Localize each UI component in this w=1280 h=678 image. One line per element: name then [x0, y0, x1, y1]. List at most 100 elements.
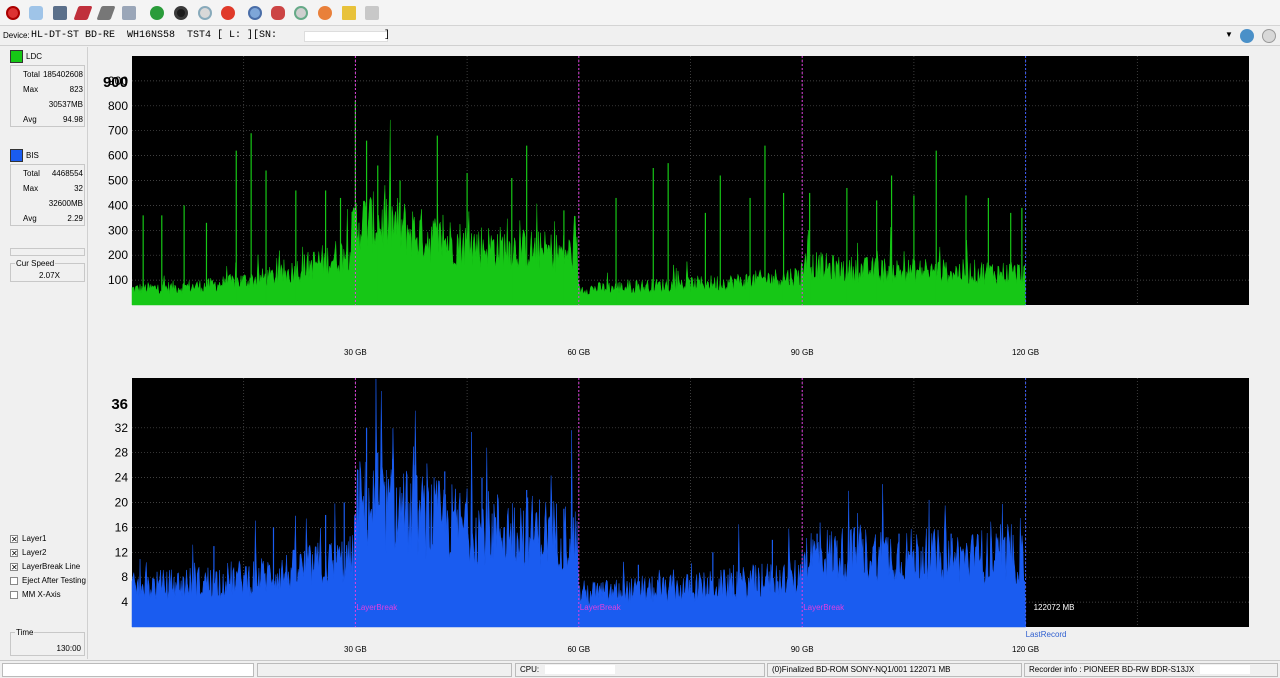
fire-icon[interactable]: [316, 4, 334, 22]
y-tick-label: 600: [108, 149, 128, 163]
speed-label: Cur Speed: [15, 259, 56, 268]
layerbreak-label: LayerBreak: [356, 603, 398, 612]
layer2-label: Layer2: [22, 548, 47, 557]
x-tick-label: 60 GB: [567, 645, 590, 654]
layerbreak-label: LayerBreak: [803, 603, 845, 612]
x-tick-label: 90 GB: [791, 645, 814, 654]
x-tick-label: 60 GB: [567, 348, 590, 357]
layer1-checkbox[interactable]: ✕: [10, 535, 18, 544]
red-disc-icon[interactable]: [73, 4, 93, 22]
green-disc-icon[interactable]: [172, 4, 190, 22]
chart-area: 100 200 300 400 500 600 700 800 900 900 30 GB 60 GB…: [89, 47, 1280, 659]
layer2-checkbox[interactable]: ✕: [10, 549, 18, 558]
stop-icon[interactable]: [219, 4, 237, 22]
ldc-total-label: Total: [23, 70, 40, 79]
bis-swatch: [10, 149, 23, 162]
ldc-label: LDC: [26, 52, 43, 61]
y-tick-label: 500: [108, 174, 128, 188]
status-field-1: [2, 663, 254, 677]
chart-icon[interactable]: [340, 4, 358, 22]
y-tick-label: 100: [108, 273, 128, 287]
y-tick-label: 800: [108, 99, 128, 113]
settings-icon[interactable]: [363, 4, 381, 22]
y-tick-label: 28: [115, 446, 129, 460]
bis-max-label: Max: [23, 184, 39, 193]
bis-max-value: 32: [74, 184, 83, 193]
bis-label: BIS: [26, 151, 39, 160]
bis-avg-label: Avg: [23, 214, 37, 223]
layerbreak-label: LayerBreak: [580, 603, 622, 612]
end-size-label: 122072 MB: [1034, 603, 1075, 612]
y-tick-label: 8: [121, 570, 128, 584]
y-tick-label: 700: [108, 124, 128, 138]
layer1-label: Layer1: [22, 534, 47, 543]
copy-icon[interactable]: [292, 4, 310, 22]
mm-x-axis-label: MM X-Axis: [22, 590, 61, 599]
x-tick-label: 30 GB: [344, 348, 367, 357]
recorder-info-text: Recorder info : PIONEER BD-RW BDR-S13JX: [1029, 665, 1195, 674]
monitor-icon[interactable]: [51, 4, 69, 22]
ldc-swatch: [10, 50, 23, 63]
bis-total-label: Total: [23, 169, 40, 178]
device-dropdown-icon[interactable]: ▼: [1224, 30, 1234, 42]
gray-disc-icon[interactable]: [96, 4, 116, 22]
recorder-serial-box: [1200, 665, 1251, 675]
burn-icon[interactable]: [269, 4, 287, 22]
ldc-stats: Total 185402608 Max 823 30537MB Avg 94.98: [10, 65, 85, 127]
device-label: Device:: [3, 31, 30, 40]
y-tick-label: 4: [121, 595, 128, 609]
refresh-device-icon[interactable]: [1240, 29, 1254, 43]
ldc-avg-value: 94.98: [62, 115, 83, 124]
x-tick-label: 30 GB: [344, 645, 367, 654]
power-icon[interactable]: [4, 4, 22, 22]
bis-avg-value: 2.29: [67, 214, 83, 223]
bis-stats: Total 4468554 Max 32 32600MB Avg 2.29: [10, 164, 85, 226]
y-tick-label: 200: [108, 248, 128, 262]
cpu-label: CPU:: [520, 665, 540, 674]
eject-device-icon[interactable]: [1262, 29, 1276, 43]
toolbar: [0, 0, 1280, 26]
y-top-label: 900: [103, 74, 128, 91]
y-tick-label: 16: [115, 520, 129, 534]
speed-value: 2.07X: [39, 271, 60, 280]
ldc-max-label: Max: [23, 85, 39, 94]
device-text-end: ]: [384, 30, 391, 41]
bis-total-value: 4468554: [51, 169, 83, 178]
eject-after-testing-checkbox[interactable]: [10, 577, 18, 585]
x-tick-label: 90 GB: [791, 348, 814, 357]
layerbreak-line-label: LayerBreak Line: [22, 562, 81, 571]
device-bar: Device: HL-DT-ST BD-RE WH16NS58 TST4 [ L…: [0, 27, 1280, 46]
y-top-label: 36: [111, 396, 128, 413]
disc-info-field: (0)Finalized BD-ROM SONY-NQ1/001 122071 …: [767, 663, 1022, 677]
y-tick-label: 24: [115, 471, 129, 485]
y-tick-label: 20: [115, 496, 129, 510]
mm-x-axis-checkbox[interactable]: [10, 591, 18, 599]
cpu-meter: [545, 665, 616, 675]
ldc-avg-label: Avg: [23, 115, 37, 124]
blue-disc-icon[interactable]: [246, 4, 264, 22]
cpu-field: CPU:: [515, 663, 765, 677]
time-box: Time 130:00: [10, 628, 85, 656]
eject-icon[interactable]: [120, 4, 138, 22]
y-tick-label: 400: [108, 198, 128, 212]
layerbreak-line-checkbox[interactable]: ✕: [10, 563, 18, 572]
x-tick-label: 120 GB: [1012, 348, 1039, 357]
refresh-icon[interactable]: [148, 4, 166, 22]
ldc-mb-value: 30537MB: [48, 100, 83, 109]
eject-after-testing-label: Eject After Testing: [22, 576, 86, 585]
drive-icon[interactable]: [27, 4, 45, 22]
ldc-max-value: 823: [69, 85, 83, 94]
sidebar: LDC Total 185402608 Max 823 30537MB Avg 94.…: [0, 47, 88, 659]
serial-number-box: [304, 31, 388, 42]
time-value: 130:00: [56, 644, 81, 653]
recorder-field: Recorder info : PIONEER BD-RW BDR-S13JX: [1024, 663, 1278, 677]
x-tick-label: 120 GB: [1012, 645, 1039, 654]
charts-svg: 10020030040050060070080090090030 GB 60 GB…: [103, 56, 1249, 654]
time-label: Time: [15, 628, 35, 637]
bis-mb-value: 32600MB: [48, 199, 83, 208]
disc-info-text: (0)Finalized BD-ROM SONY-NQ1/001 122071 …: [772, 665, 951, 674]
scan-icon[interactable]: [196, 4, 214, 22]
device-drive-text[interactable]: HL-DT-ST BD-RE WH16NS58 TST4 [ L: ][SN:: [31, 30, 277, 41]
progress-box: [10, 248, 85, 256]
y-tick-label: 300: [108, 223, 128, 237]
